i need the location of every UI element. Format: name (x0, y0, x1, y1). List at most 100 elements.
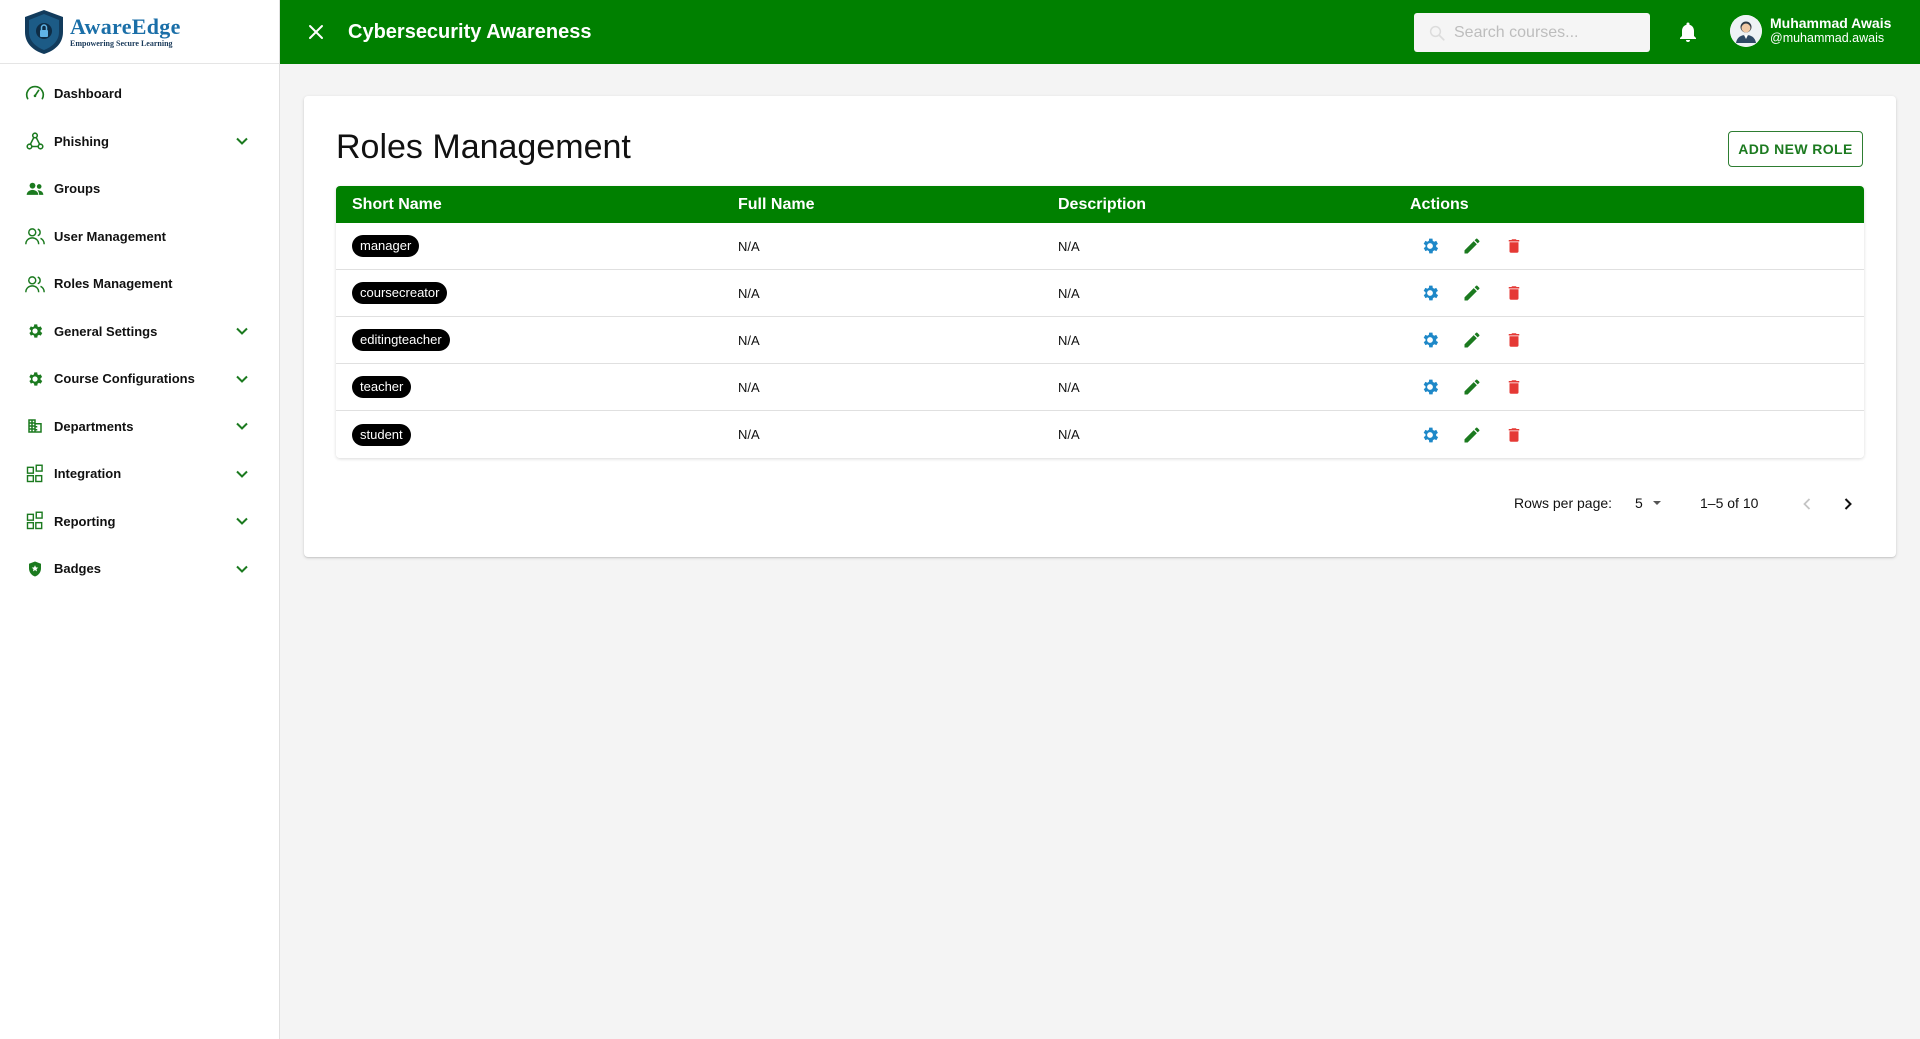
top-app-bar: Cybersecurity Awareness Muhammad Awais @… (280, 0, 1920, 64)
rows-per-page-select[interactable]: 5 (1635, 492, 1665, 514)
chevron-down-icon[interactable] (233, 560, 251, 578)
sidebar-item-course-configurations[interactable]: Course Configurations (0, 355, 279, 403)
role-chip: teacher (352, 376, 412, 398)
sidebar-item-label: General Settings (54, 323, 158, 339)
sidebar-item-dashboard[interactable]: Dashboard (0, 70, 279, 118)
gear-icon (24, 368, 46, 390)
sidebar-item-label: Dashboard (54, 86, 122, 102)
sidebar-item-label: Integration (54, 466, 122, 482)
delete-button[interactable] (1493, 420, 1535, 450)
column-header-short-name[interactable]: Short Name (336, 196, 738, 214)
edit-button[interactable] (1451, 325, 1493, 355)
sidebar-item-reporting[interactable]: Reporting (0, 498, 279, 546)
pencil-icon (1464, 426, 1480, 442)
sidebar-item-badges[interactable]: Badges (0, 545, 279, 593)
full-name-cell: N/A (738, 285, 760, 301)
table-pagination: Rows per page: 5 1–5 of 10 (304, 492, 1896, 516)
close-drawer-button[interactable] (300, 16, 332, 48)
delete-button[interactable] (1493, 325, 1535, 355)
gear-icon (1423, 332, 1439, 348)
sidebar-nav: Dashboard Phishing Groups User Managemen… (0, 64, 279, 593)
description-cell: N/A (1058, 238, 1080, 254)
chevron-down-icon[interactable] (233, 512, 251, 530)
sidebar-item-integration[interactable]: Integration (0, 450, 279, 498)
table-row: editingteacher N/A N/A (336, 317, 1864, 364)
sidebar-item-general-settings[interactable]: General Settings (0, 308, 279, 356)
trash-icon (1508, 286, 1520, 300)
permissions-button[interactable] (1409, 420, 1451, 450)
description-cell: N/A (1058, 285, 1080, 301)
bell-icon (1680, 22, 1696, 42)
search-input[interactable] (1454, 23, 1644, 42)
role-chip: coursecreator (352, 282, 448, 304)
notifications-button[interactable] (1676, 20, 1700, 44)
full-name-cell: N/A (738, 427, 760, 442)
sidebar-item-groups[interactable]: Groups (0, 165, 279, 213)
search-box[interactable] (1414, 13, 1650, 52)
table-header: Short Name Full Name Description Actions (336, 186, 1864, 223)
delete-button[interactable] (1493, 372, 1535, 402)
sidebar-item-departments[interactable]: Departments (0, 403, 279, 451)
chevron-left-icon (1803, 498, 1811, 510)
chevron-down-icon[interactable] (233, 322, 251, 340)
gear-icon (1423, 379, 1439, 395)
trash-icon (1508, 380, 1520, 394)
previous-page-button[interactable] (1795, 492, 1819, 516)
user-profile-menu[interactable]: Muhammad Awais @muhammad.awais (1730, 15, 1891, 47)
full-name-cell: N/A (738, 379, 760, 395)
webhook-icon (24, 130, 46, 152)
add-new-role-button[interactable]: ADD NEW ROLE (1728, 131, 1863, 167)
column-header-description[interactable]: Description (1058, 196, 1410, 214)
user-name: Muhammad Awais (1770, 15, 1892, 32)
permissions-button[interactable] (1409, 278, 1451, 308)
building-icon (24, 415, 46, 437)
pencil-icon (1464, 238, 1480, 254)
search-icon (1429, 25, 1445, 41)
permissions-button[interactable] (1409, 231, 1451, 261)
chevron-down-icon[interactable] (233, 465, 251, 483)
chevron-down-icon[interactable] (233, 132, 251, 150)
full-name-cell: N/A (738, 238, 760, 254)
pencil-icon (1464, 285, 1480, 301)
gear-icon (1423, 238, 1439, 254)
caret-down-icon (1652, 501, 1661, 505)
users-icon (24, 273, 46, 295)
gear-icon (1423, 285, 1439, 301)
next-page-button[interactable] (1836, 492, 1860, 516)
page-title: Roles Management (336, 128, 631, 166)
gear-icon (1423, 427, 1439, 442)
edit-button[interactable] (1451, 231, 1493, 261)
permissions-button[interactable] (1409, 372, 1451, 402)
rows-per-page-label: Rows per page: (1514, 495, 1613, 511)
rows-per-page-value: 5 (1635, 495, 1643, 511)
edit-button[interactable] (1451, 278, 1493, 308)
badge-shield-icon (24, 558, 46, 580)
sidebar-item-phishing[interactable]: Phishing (0, 118, 279, 166)
brand-logo[interactable]: AwareEdge Empowering Secure Learning (0, 0, 279, 64)
edit-button[interactable] (1451, 420, 1493, 450)
permissions-button[interactable] (1409, 325, 1451, 355)
delete-button[interactable] (1493, 278, 1535, 308)
description-cell: N/A (1058, 332, 1080, 348)
widgets-icon (24, 463, 46, 485)
table-row: manager N/A N/A (336, 223, 1864, 270)
role-chip: student (352, 423, 411, 446)
edit-button[interactable] (1451, 372, 1493, 402)
chevron-down-icon[interactable] (233, 417, 251, 435)
sidebar-item-label: Course Configurations (54, 371, 195, 387)
sidebar-item-user-management[interactable]: User Management (0, 213, 279, 261)
sidebar-item-roles-management[interactable]: Roles Management (0, 260, 279, 308)
chevron-right-icon (1844, 498, 1852, 510)
delete-button[interactable] (1493, 231, 1535, 261)
role-chip: editingteacher (352, 329, 450, 351)
chevron-down-icon[interactable] (233, 370, 251, 388)
sidebar-item-label: User Management (54, 228, 166, 244)
table-row: teacher N/A N/A (336, 364, 1864, 411)
trash-icon (1508, 333, 1520, 347)
brand-tagline: Empowering Secure Learning (70, 38, 173, 48)
speedometer-icon (24, 83, 46, 105)
column-header-full-name[interactable]: Full Name (738, 196, 1058, 214)
trash-icon (1508, 427, 1520, 442)
gear-icon (24, 320, 46, 342)
sidebar-item-label: Phishing (54, 133, 109, 149)
